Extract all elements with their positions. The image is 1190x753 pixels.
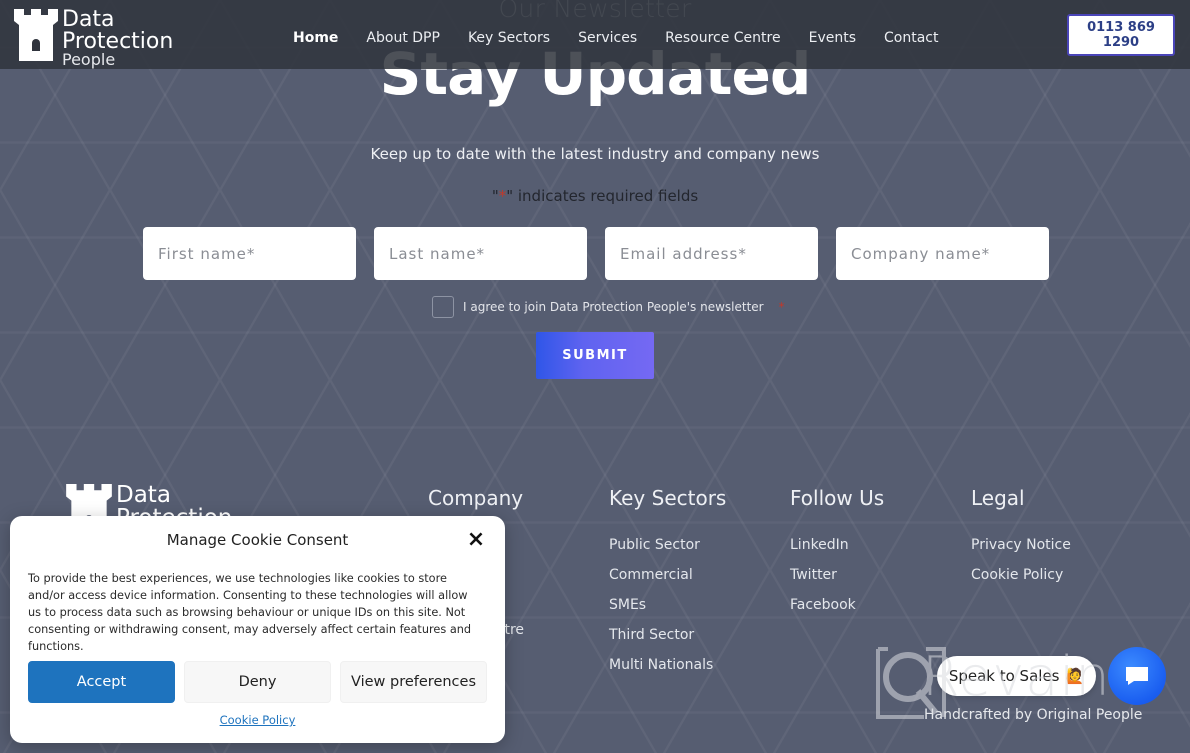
footer-link-commercial[interactable]: Commercial (609, 567, 693, 583)
footer-column-legal: Legal Privacy Notice Cookie Policy (971, 486, 1071, 590)
castle-tower-icon (14, 9, 58, 61)
logo-line-2: Protection (62, 28, 174, 54)
last-name-input[interactable] (374, 227, 587, 280)
accept-button[interactable]: Accept (28, 661, 175, 703)
footer-logo-line-1: Data (116, 482, 171, 508)
required-note-text: " indicates required fields (506, 187, 699, 205)
footer-link-third-sector[interactable]: Third Sector (609, 627, 694, 643)
cookie-modal-title: Manage Cookie Consent (166, 531, 349, 549)
submit-button[interactable]: SUBMIT (536, 332, 654, 379)
top-navigation-bar: Data Protection People Home About DPP Ke… (0, 0, 1190, 69)
footer-column-key-sectors: Key Sectors Public Sector Commercial SME… (609, 486, 726, 680)
raising-hand-icon: 🙋 (1065, 667, 1085, 685)
nav-events[interactable]: Events (809, 30, 856, 46)
view-preferences-button[interactable]: View preferences (340, 661, 487, 703)
main-nav: Home About DPP Key Sectors Services Reso… (293, 30, 938, 46)
nav-services[interactable]: Services (578, 30, 637, 46)
phone-button[interactable]: 0113 869 1290 (1067, 14, 1175, 56)
footer-heading-legal: Legal (971, 486, 1025, 510)
newsletter-form (143, 227, 1049, 280)
cookie-consent-modal: Manage Cookie Consent × To provide the b… (10, 516, 505, 743)
speak-to-sales-label: Speak to Sales (948, 667, 1060, 685)
footer-column-follow-us: Follow Us LinkedIn Twitter Facebook (790, 486, 884, 620)
chat-bubble-icon (1126, 667, 1148, 685)
footer-link-privacy-notice[interactable]: Privacy Notice (971, 537, 1071, 553)
logo-line-3: People (62, 50, 116, 70)
footer-heading-company: Company (428, 486, 524, 510)
footer-link-linkedin[interactable]: LinkedIn (790, 537, 849, 553)
newsletter-agree-row: I agree to join Data Protection People's… (432, 296, 785, 318)
footer-link-twitter[interactable]: Twitter (790, 567, 837, 583)
nav-key-sectors[interactable]: Key Sectors (468, 30, 550, 46)
footer-link-facebook[interactable]: Facebook (790, 597, 856, 613)
cookie-actions: Accept Deny View preferences (28, 661, 487, 703)
agree-required-star: * (778, 300, 785, 314)
footer-link-smes[interactable]: SMEs (609, 597, 646, 613)
footer-link-public-sector[interactable]: Public Sector (609, 537, 700, 553)
cookie-policy-link[interactable]: Cookie Policy (10, 713, 505, 727)
handcrafted-credit[interactable]: Handcrafted by Original People (924, 707, 1142, 723)
required-fields-note: "*" indicates required fields (0, 187, 1190, 205)
first-name-input[interactable] (143, 227, 356, 280)
deny-button[interactable]: Deny (184, 661, 331, 703)
nav-about-dpp[interactable]: About DPP (366, 30, 440, 46)
nav-contact[interactable]: Contact (884, 30, 938, 46)
footer-link-cookie-policy[interactable]: Cookie Policy (971, 567, 1063, 583)
nav-home[interactable]: Home (293, 30, 338, 46)
footer-heading-follow-us: Follow Us (790, 486, 885, 510)
email-input[interactable] (605, 227, 818, 280)
newsletter-subtitle: Keep up to date with the latest industry… (370, 145, 820, 163)
site-logo[interactable]: Data Protection People (14, 9, 173, 68)
quote-open: " (491, 187, 499, 205)
close-icon[interactable]: × (465, 529, 487, 551)
chat-launcher-button[interactable] (1108, 647, 1166, 705)
footer-heading-key-sectors: Key Sectors (609, 486, 727, 510)
speak-to-sales-button[interactable]: Speak to Sales 🙋 (937, 656, 1096, 696)
company-name-input[interactable] (836, 227, 1049, 280)
footer-link-multi-nationals[interactable]: Multi Nationals (609, 657, 713, 673)
agree-label[interactable]: I agree to join Data Protection People's… (463, 300, 764, 314)
cookie-modal-body: To provide the best experiences, we use … (28, 572, 472, 653)
logo-wordmark: Data Protection People (62, 9, 173, 68)
logo-line-1: Data (62, 7, 115, 32)
agree-checkbox[interactable] (432, 296, 454, 318)
nav-resource-centre[interactable]: Resource Centre (665, 30, 780, 46)
